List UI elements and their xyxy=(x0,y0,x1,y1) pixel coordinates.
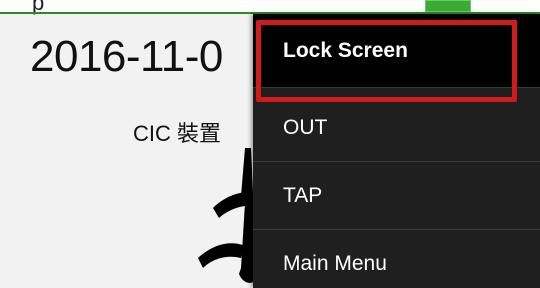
menu-item-out[interactable]: OUT xyxy=(253,95,540,162)
selection-highlight xyxy=(256,20,517,102)
screen: p 2016-11-0 CIC 裝置 Lock Screen OUT TAP M… xyxy=(0,0,540,288)
top-bar: p xyxy=(0,0,540,15)
menu-item-label: TAP xyxy=(283,184,323,207)
menu-item-label: OUT xyxy=(283,116,328,139)
menu-item-main-menu[interactable]: Main Menu xyxy=(253,230,540,288)
menu-item-tap[interactable]: TAP xyxy=(253,163,540,230)
menu-item-label: Main Menu xyxy=(283,251,387,275)
device-label: CIC 裝置 xyxy=(133,121,222,146)
green-action-button[interactable] xyxy=(425,0,471,12)
date-display: 2016-11-0 xyxy=(30,32,223,81)
